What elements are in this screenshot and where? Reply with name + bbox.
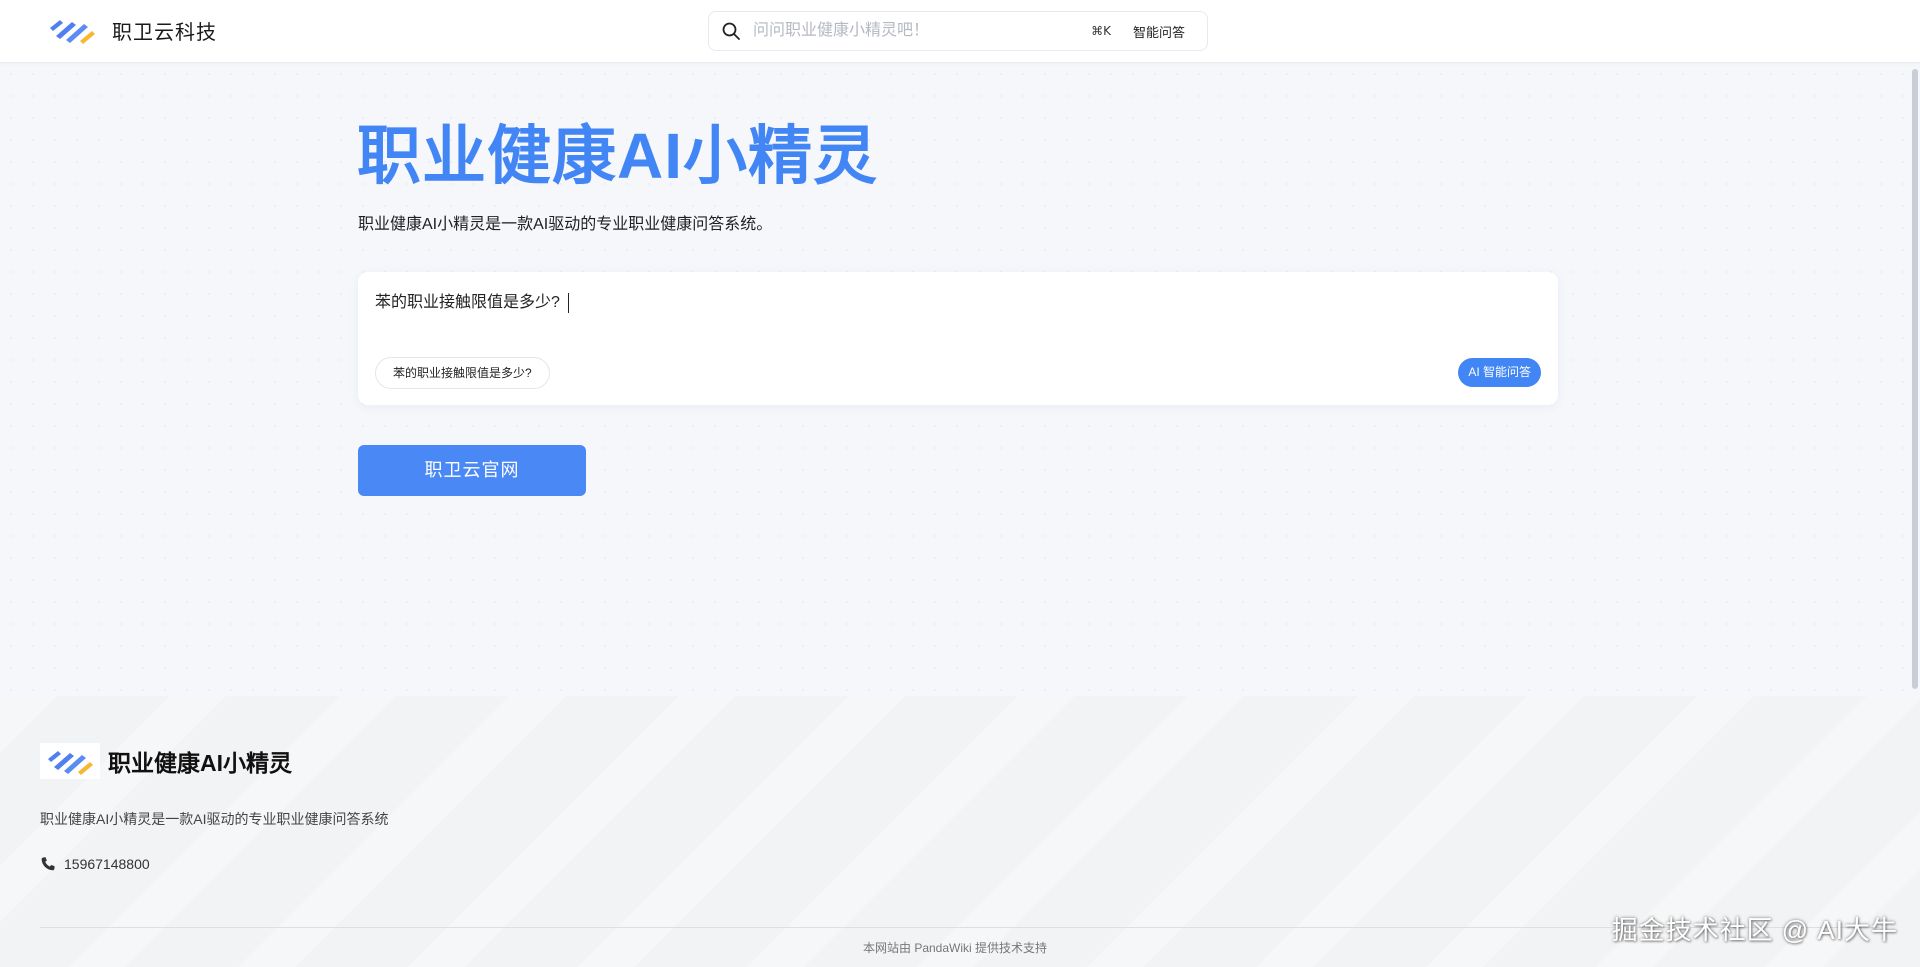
footer-brand: 职业健康AI小精灵 bbox=[40, 743, 292, 779]
scrollbar-thumb[interactable] bbox=[1912, 69, 1918, 689]
footer-logo bbox=[40, 743, 100, 779]
logo-icon bbox=[50, 20, 95, 44]
footer-phone[interactable]: 15967148800 bbox=[40, 856, 150, 872]
search-box[interactable]: ⌘K 智能问答 bbox=[708, 11, 1208, 51]
question-card: 苯的职业接触限值是多少? 苯的职业接触限值是多少? AI 智能问答 bbox=[358, 272, 1558, 405]
search-icon bbox=[722, 22, 740, 40]
ai-ask-button[interactable]: AI 智能问答 bbox=[1458, 358, 1541, 387]
top-header: 职卫云科技 ⌘K 智能问答 bbox=[0, 0, 1920, 63]
smart-qa-link[interactable]: 智能问答 bbox=[1133, 22, 1185, 41]
footer-description: 职业健康AI小精灵是一款AI驱动的专业职业健康问答系统 bbox=[40, 811, 389, 827]
text-caret bbox=[567, 292, 569, 313]
page-description: 职业健康AI小精灵是一款AI驱动的专业职业健康问答系统。 bbox=[358, 216, 773, 233]
phone-icon bbox=[41, 857, 55, 871]
brand[interactable]: 职卫云科技 bbox=[46, 14, 217, 46]
footer-brand-name: 职业健康AI小精灵 bbox=[108, 750, 292, 776]
question-text: 苯的职业接触限值是多少? bbox=[375, 294, 560, 311]
footer: 职业健康AI小精灵 职业健康AI小精灵是一款AI驱动的专业职业健康问答系统 15… bbox=[0, 696, 1920, 967]
shortcut-hint: ⌘K bbox=[1091, 24, 1111, 38]
suggestion-chip[interactable]: 苯的职业接触限值是多少? bbox=[375, 357, 550, 389]
watermark: 掘金技术社区 @ AI大牛 bbox=[1611, 915, 1898, 945]
phone-number: 15967148800 bbox=[64, 856, 150, 872]
question-input[interactable]: 苯的职业接触限值是多少? bbox=[375, 288, 1525, 313]
scrollbar[interactable] bbox=[1908, 63, 1920, 696]
main-content: 职业健康AI小精灵 职业健康AI小精灵是一款AI驱动的专业职业健康问答系统。 苯… bbox=[0, 63, 1920, 696]
logo-icon bbox=[48, 751, 93, 775]
search-input[interactable] bbox=[751, 21, 1092, 41]
page-title: 职业健康AI小精灵 bbox=[357, 120, 878, 192]
footer-divider bbox=[40, 927, 1880, 928]
official-site-button[interactable]: 职卫云官网 bbox=[358, 445, 586, 496]
brand-name: 职卫云科技 bbox=[112, 21, 217, 44]
